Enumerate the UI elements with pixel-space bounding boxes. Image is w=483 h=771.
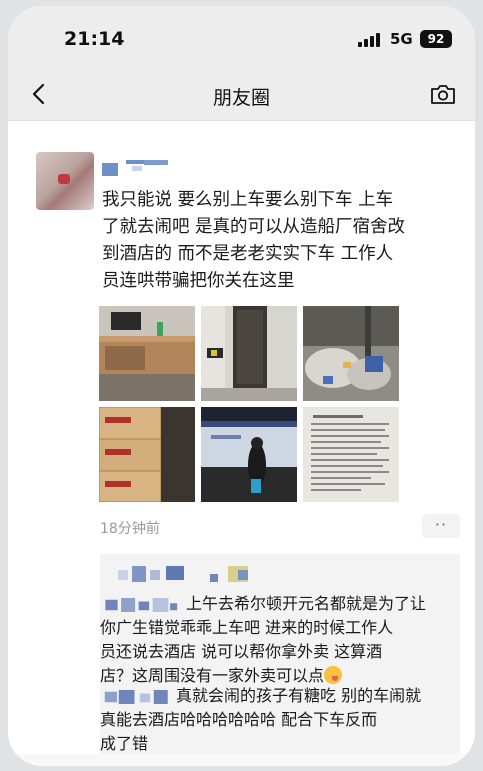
photo-doorway[interactable] [201, 306, 297, 401]
nav-bar: 朋友圈 [8, 68, 475, 121]
comment-line: 上午去希尔顿开元名都就是为了让 [186, 594, 427, 613]
nickname-pixelated[interactable] [102, 160, 168, 176]
comment-line: 真就会闹的孩子有糖吃 别的车闹就 [176, 686, 422, 705]
status-time: 21:14 [64, 28, 125, 50]
comment[interactable]: 上午去希尔顿开元名都就是为了让 你广生错觉乖乖上车吧 进来的时候工作人 员还说去… [100, 592, 460, 688]
more-options-button[interactable]: ·· [422, 514, 460, 538]
post-text-line: 到酒店的 而不是老老实实下车 工作人 [102, 244, 394, 264]
comment-line: 真能去酒店哈哈哈哈哈哈 配合下车反而 [100, 710, 378, 729]
post-text-line: 了就去闹吧 是真的可以从造船厂宿舍改 [102, 217, 406, 237]
comment-line: 员还说去酒店 说可以帮你拿外卖 这算酒 [100, 642, 383, 661]
post-time: 18分钟前 [100, 521, 160, 537]
network-type: 5G [390, 30, 413, 48]
commenter-name-pixelated [104, 689, 168, 704]
emoji-face-icon [324, 666, 343, 684]
photo-night-fence[interactable] [201, 407, 297, 502]
photo-trash-pile[interactable] [303, 306, 399, 401]
comment-line: 成了错 [100, 734, 149, 753]
post-text-line: 员连哄带骗把你关在这里 [102, 271, 295, 291]
commenter-name-pixelated [105, 597, 178, 612]
post-text: 我只能说 要么别上车要么别下车 上车 了就去闹吧 是真的可以从造船厂宿舍改 到酒… [102, 187, 462, 295]
comment-line: 店？这周围没有一家外卖可以点 [100, 666, 325, 685]
photo-food-boxes[interactable] [99, 407, 195, 502]
comments-section: 上午去希尔顿开元名都就是为了让 你广生错觉乖乖上车吧 进来的时候工作人 员还说去… [100, 554, 460, 754]
comment-line: 你广生错觉乖乖上车吧 进来的时候工作人 [100, 618, 394, 637]
post-text-line: 我只能说 要么别上车要么别下车 上车 [102, 190, 394, 210]
photo-notice-paper[interactable] [303, 407, 399, 502]
commenter-names-pixelated [118, 566, 248, 582]
battery-icon: 92 [420, 30, 452, 48]
phone-screen: 21:14 5G 92 朋友圈 我只能说 要么别上车要么别下车 上车 了就去闹吧… [8, 6, 475, 766]
page-title: 朋友圈 [212, 87, 270, 109]
bottom-edge [8, 754, 475, 766]
camera-icon[interactable] [429, 82, 457, 106]
comment[interactable]: 真就会闹的孩子有糖吃 别的车闹就 真能去酒店哈哈哈哈哈哈 配合下车反而 成了错 [100, 684, 460, 756]
status-bar: 21:14 5G 92 [8, 6, 475, 68]
avatar[interactable] [36, 152, 94, 210]
photo-room-desk[interactable] [99, 306, 195, 401]
signal-icon [358, 33, 382, 47]
